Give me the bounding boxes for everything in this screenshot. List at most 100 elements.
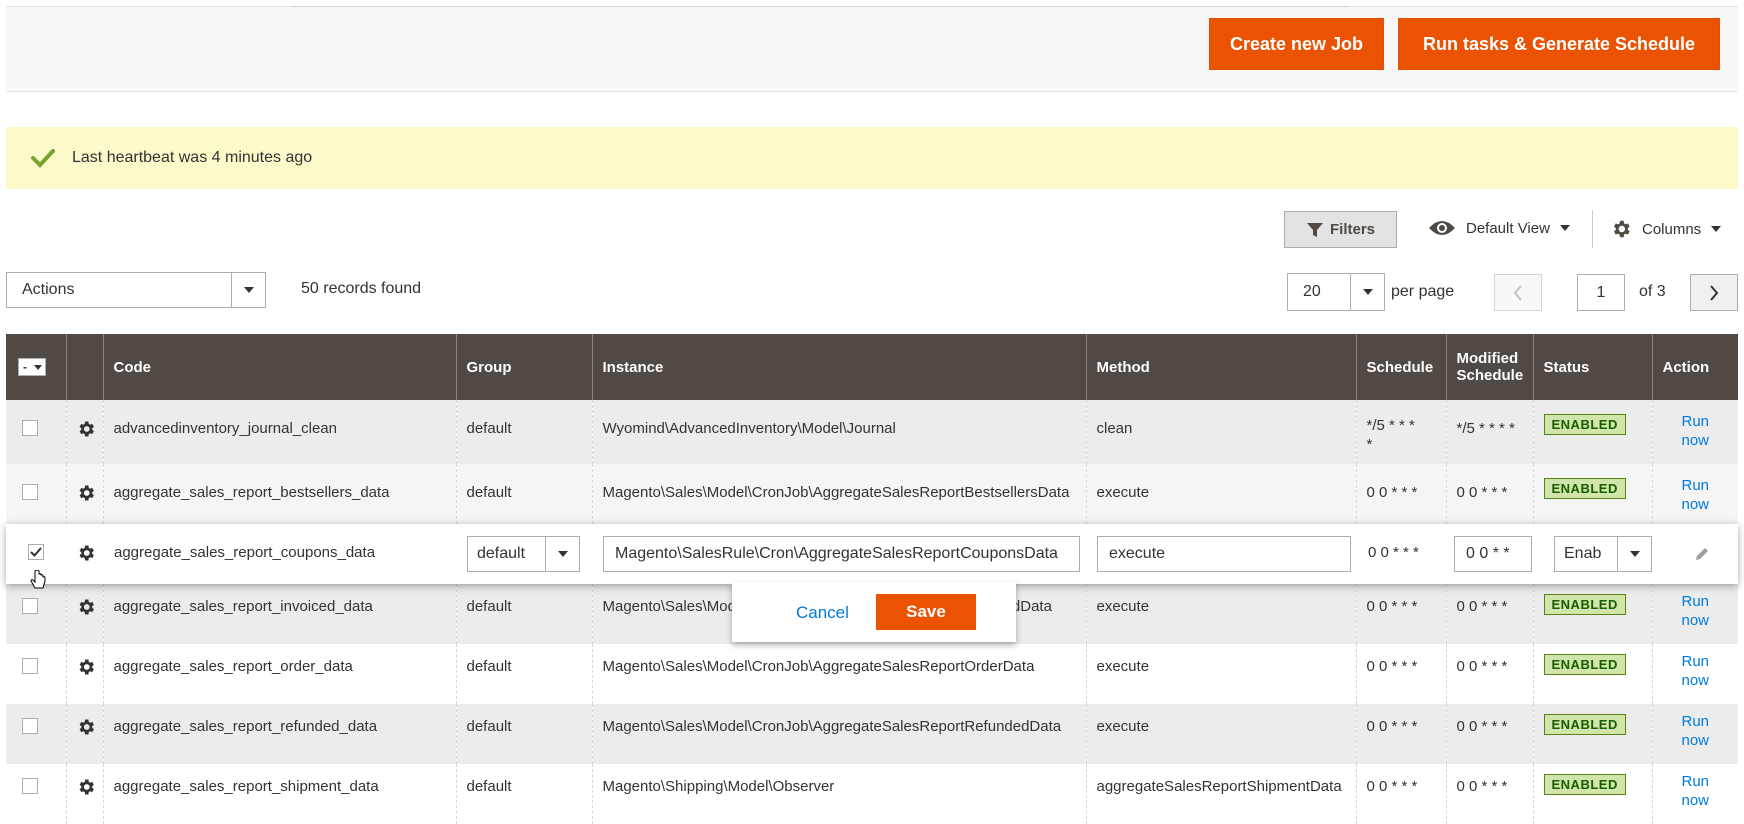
run-now-link[interactable]: Run now <box>1663 476 1729 514</box>
cell-schedule: 0 0 * * * <box>1355 704 1446 764</box>
gear-icon[interactable] <box>76 483 96 503</box>
current-page-value: 1 <box>1596 283 1606 301</box>
run-now-line-1: Run <box>1681 477 1710 494</box>
cell-group: default <box>455 400 592 464</box>
next-page-button[interactable] <box>1690 274 1738 311</box>
chevron-right-icon <box>1710 284 1719 301</box>
cell-status: ENABLED <box>1532 704 1652 764</box>
run-now-line-1: Run <box>1681 413 1710 430</box>
per-page-toggle[interactable] <box>1350 274 1384 310</box>
cell-code: aggregate_sales_report_bestsellers_data <box>102 464 456 524</box>
mass-actions-dropdown[interactable]: Actions <box>6 272 266 308</box>
gear-icon[interactable] <box>76 657 96 677</box>
edit-status-select[interactable]: Enab <box>1554 536 1652 572</box>
run-now-line-2: now <box>1681 792 1710 809</box>
row-gear-cell <box>65 400 103 464</box>
row-select-cell <box>6 704 66 764</box>
cell-code: aggregate_sales_report_order_data <box>102 644 456 704</box>
row-checkbox[interactable] <box>22 778 38 794</box>
column-header-schedule[interactable]: Schedule <box>1355 334 1446 400</box>
row-select-cell <box>6 464 66 524</box>
run-now-line-1: Run <box>1681 653 1710 670</box>
edit-group-value: default <box>477 545 526 562</box>
row-checkbox[interactable] <box>22 718 38 734</box>
column-header-method[interactable]: Method <box>1085 334 1356 400</box>
column-header-code[interactable]: Code <box>102 334 456 400</box>
run-now-link[interactable]: Run now <box>1663 652 1729 690</box>
row-checkbox[interactable] <box>22 598 38 614</box>
per-page-label: per page <box>1391 283 1455 300</box>
columns-dropdown[interactable]: Columns <box>1610 218 1722 240</box>
dropdown-toggle[interactable] <box>231 273 265 307</box>
column-header-group[interactable]: Group <box>455 334 592 400</box>
previous-page-button[interactable] <box>1494 274 1542 311</box>
cell-code: aggregate_sales_report_invoiced_data <box>102 584 456 644</box>
status-badge: ENABLED <box>1543 714 1626 735</box>
gear-icon[interactable] <box>76 543 96 563</box>
status-dropdown-toggle[interactable] <box>1617 537 1651 571</box>
row-gear-cell <box>65 644 103 704</box>
row-select-cell <box>6 764 66 824</box>
run-tasks-generate-schedule-button[interactable]: Run tasks & Generate Schedule <box>1398 18 1720 70</box>
edit-method-input[interactable]: execute <box>1097 536 1351 572</box>
cell-method: execute <box>1085 704 1356 764</box>
filters-button[interactable]: Filters <box>1284 211 1397 248</box>
cancel-button[interactable]: Cancel <box>796 603 849 623</box>
run-now-link[interactable]: Run now <box>1663 412 1729 450</box>
table-row: aggregate_sales_report_refunded_data def… <box>6 704 1738 764</box>
edit-modified-schedule-input[interactable]: 0 0 * * <box>1454 536 1532 572</box>
table-row: aggregate_sales_report_order_data defaul… <box>6 644 1738 704</box>
pencil-icon[interactable] <box>1694 546 1710 562</box>
chevron-down-icon <box>557 551 568 557</box>
gear-icon[interactable] <box>76 717 96 737</box>
filter-icon <box>1306 222 1323 237</box>
heartbeat-message: Last heartbeat was 4 minutes ago <box>72 149 313 166</box>
edit-group-select[interactable]: default <box>467 536 580 572</box>
schedule-line-1: */5 * * * <box>1366 417 1415 434</box>
row-select-cell <box>6 644 66 704</box>
edit-row-checkbox[interactable] <box>28 544 44 560</box>
toolbar-divider <box>1592 210 1593 248</box>
create-new-job-button[interactable]: Create new Job <box>1209 18 1384 70</box>
edit-instance-input[interactable]: Magento\SalesRule\Cron\AggregateSalesRep… <box>603 536 1080 572</box>
cell-instance: Magento\Sales\Model\CronJob\AggregateSal… <box>591 644 1086 704</box>
row-select-cell <box>6 400 66 464</box>
gear-icon[interactable] <box>76 419 96 439</box>
run-now-line-2: now <box>1681 732 1710 749</box>
default-view-dropdown[interactable]: Default View <box>1428 218 1570 238</box>
gear-icon[interactable] <box>76 777 96 797</box>
run-now-link[interactable]: Run now <box>1663 772 1729 810</box>
row-checkbox[interactable] <box>22 658 38 674</box>
run-now-line-2: now <box>1681 672 1710 689</box>
row-checkbox[interactable] <box>22 420 38 436</box>
chevron-down-icon <box>34 364 42 370</box>
column-header-instance[interactable]: Instance <box>591 334 1086 400</box>
column-header-modified-schedule[interactable]: Modified Schedule <box>1445 334 1533 400</box>
chevron-down-icon <box>243 287 254 293</box>
per-page-value: 20 <box>1303 283 1321 300</box>
row-checkbox[interactable] <box>22 484 38 500</box>
cell-schedule: 0 0 * * * <box>1355 764 1446 824</box>
run-now-line-1: Run <box>1681 773 1710 790</box>
cell-code: aggregate_sales_report_refunded_data <box>102 704 456 764</box>
mass-select-header[interactable]: - <box>6 334 66 400</box>
cell-method: execute <box>1085 464 1356 524</box>
run-now-line-1: Run <box>1681 593 1710 610</box>
current-page-input[interactable]: 1 <box>1577 274 1625 311</box>
cell-modified-schedule: 0 0 * * * <box>1445 584 1533 644</box>
per-page-select[interactable]: 20 <box>1287 273 1385 311</box>
run-now-link[interactable]: Run now <box>1663 592 1729 630</box>
gear-icon[interactable] <box>76 597 96 617</box>
cell-group: default <box>455 704 592 764</box>
save-button[interactable]: Save <box>876 594 976 630</box>
inline-edit-row: aggregate_sales_report_coupons_data defa… <box>6 524 1738 589</box>
run-now-link[interactable]: Run now <box>1663 712 1729 750</box>
column-header-status[interactable]: Status <box>1532 334 1652 400</box>
mass-select-toggle[interactable]: - <box>18 358 46 376</box>
records-found: 50 records found <box>301 280 422 297</box>
group-dropdown-toggle[interactable] <box>545 537 579 571</box>
actions-label: Actions <box>22 281 75 298</box>
cell-code: advancedinventory_journal_clean <box>102 400 456 464</box>
cell-method: execute <box>1085 644 1356 704</box>
edit-method-value: execute <box>1109 545 1166 562</box>
